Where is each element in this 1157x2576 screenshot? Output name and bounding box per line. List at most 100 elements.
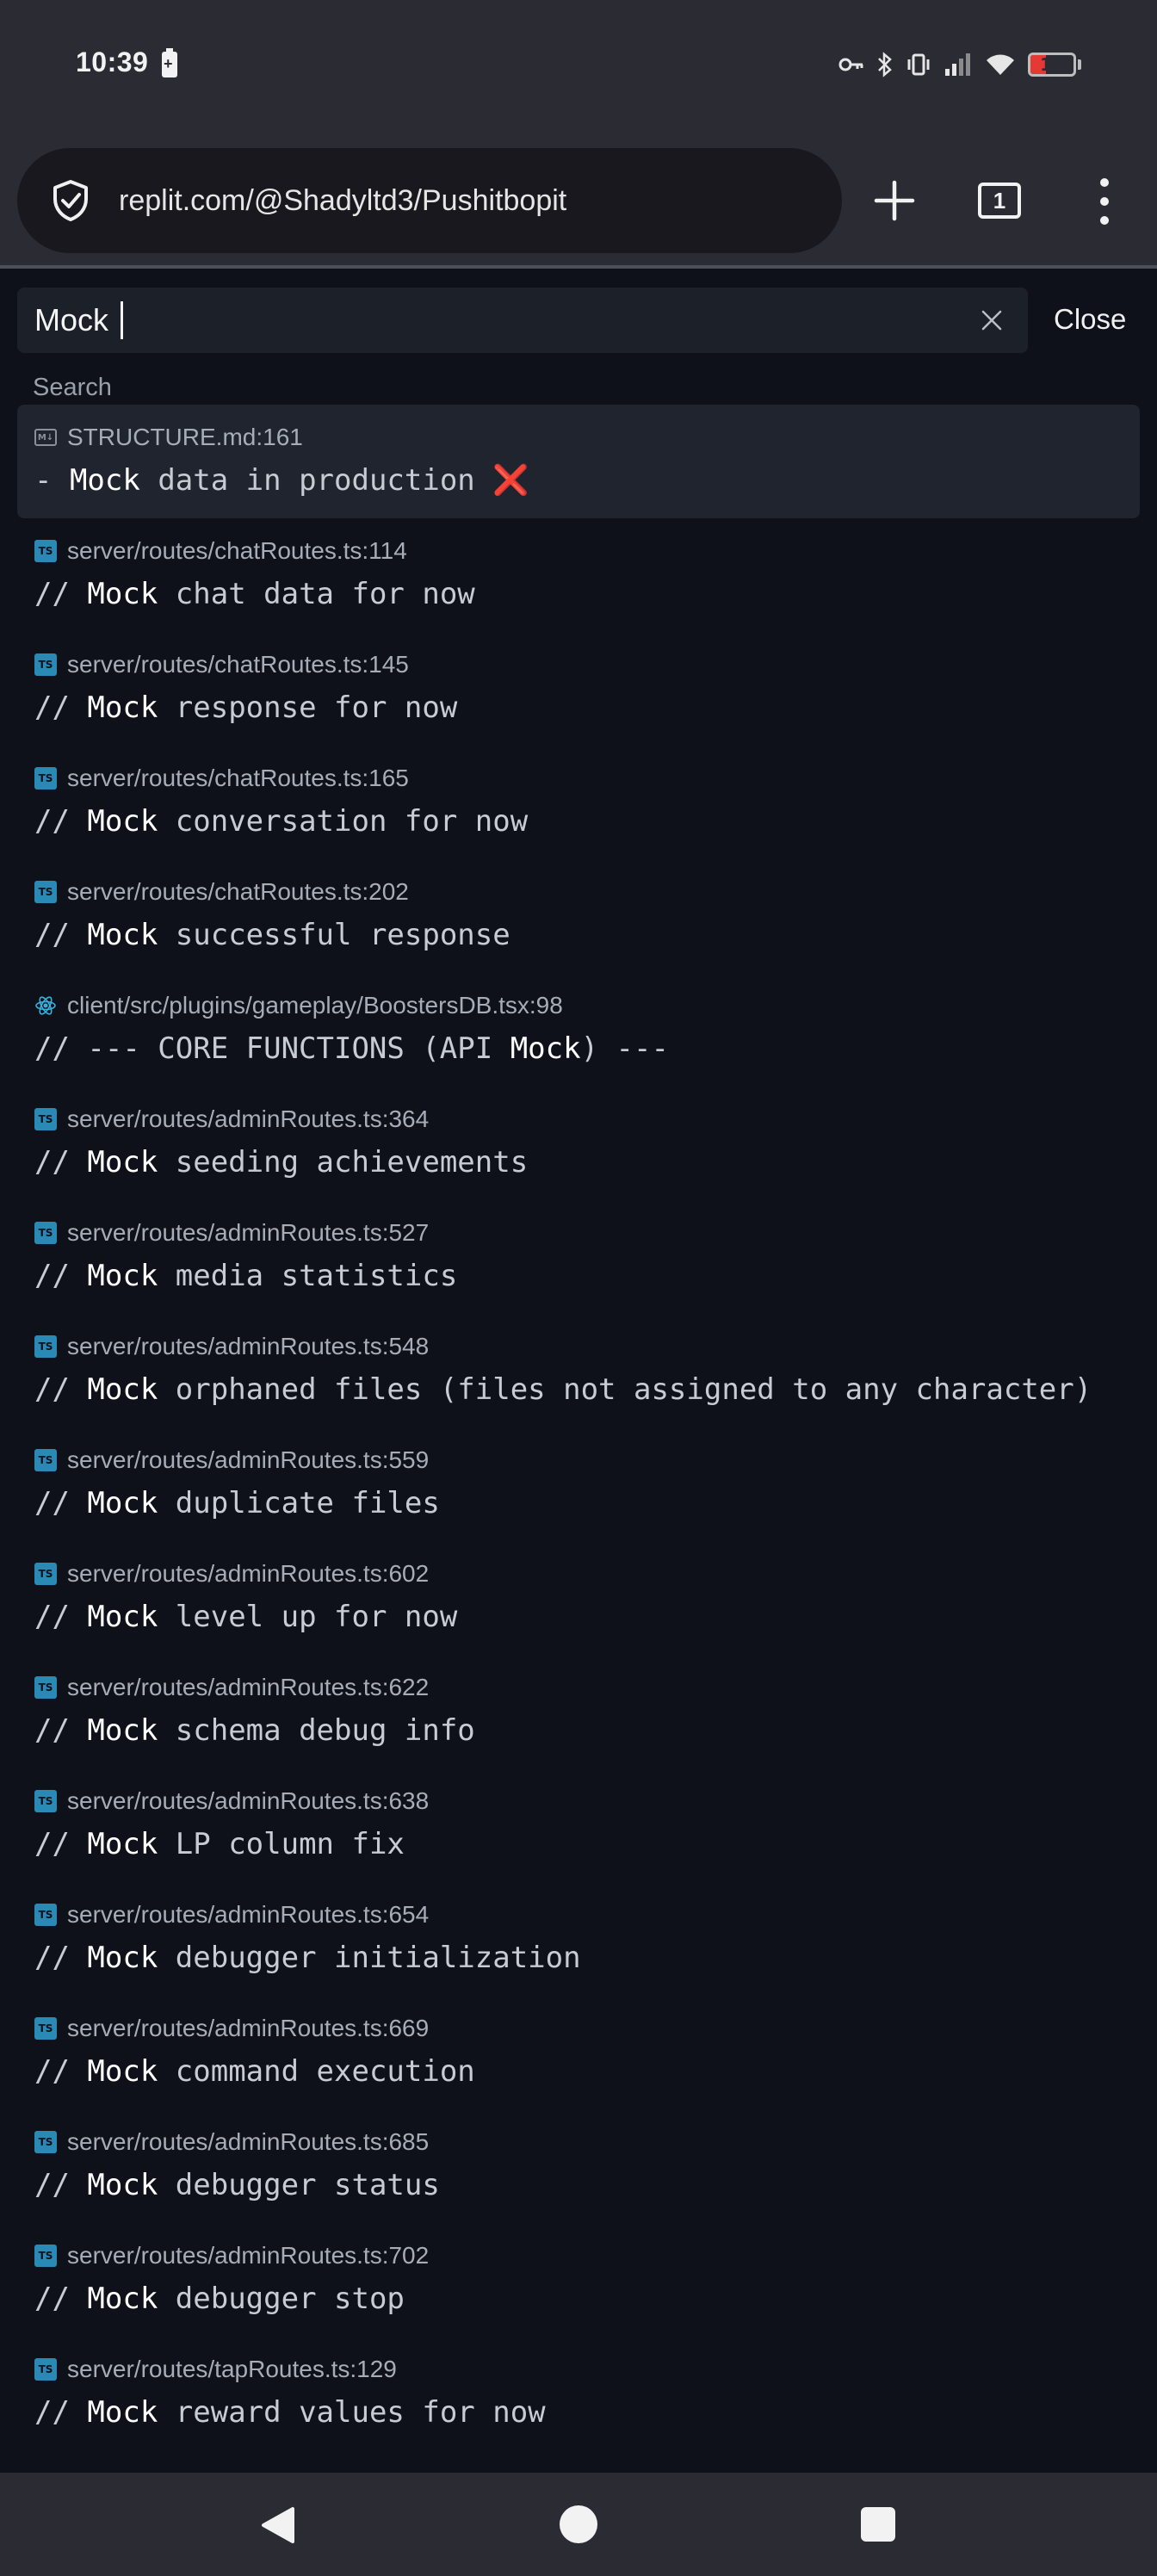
status-icons: 18	[838, 46, 1081, 83]
code-prefix: //	[34, 1372, 88, 1407]
search-result-item[interactable]: TS server/routes/adminRoutes.ts:622 // Moc…	[17, 1655, 1140, 1768]
search-result-item[interactable]: client/src/plugins/gameplay/BoostersDB.t…	[17, 973, 1140, 1087]
search-result-item[interactable]: TS server/routes/adminRoutes.ts:527 // Moc…	[17, 1200, 1140, 1314]
code-rest: duplicate files	[158, 1486, 440, 1520]
code-rest: conversation for now	[158, 804, 529, 839]
code-rest: debugger status	[158, 2168, 440, 2202]
result-file-path: TS server/routes/adminRoutes.ts:702	[34, 2242, 429, 2269]
match-highlight: Mock	[87, 1827, 158, 1861]
vibrate-icon	[907, 53, 930, 76]
cross-mark-icon: ❌	[492, 463, 529, 498]
recents-icon[interactable]	[861, 2507, 895, 2542]
result-path-text: server/routes/adminRoutes.ts:364	[67, 1105, 430, 1132]
result-path-text: server/routes/tapRoutes.ts:129	[67, 2356, 397, 2382]
result-file-path: TS server/routes/adminRoutes.ts:685	[34, 2128, 429, 2156]
shield-check-icon[interactable]	[46, 176, 95, 225]
result-code-line: // Mock duplicate files	[34, 1486, 440, 1520]
typescript-file-icon: TS	[34, 2017, 57, 2040]
typescript-file-icon: TS	[34, 1108, 57, 1130]
result-path-text: server/routes/adminRoutes.ts:702	[67, 2242, 430, 2269]
code-prefix: -	[34, 463, 70, 498]
result-code-line: // Mock debugger stop	[34, 2282, 405, 2316]
match-highlight: Mock	[87, 690, 158, 725]
code-rest: LP column fix	[158, 1827, 405, 1861]
code-rest: orphaned files (files not assigned to an…	[158, 1372, 1092, 1407]
typescript-file-icon: TS	[34, 1790, 57, 1812]
search-result-item[interactable]: TS server/routes/adminRoutes.ts:702 // Moc…	[17, 2223, 1140, 2337]
search-result-item[interactable]: M↓ STRUCTURE.md:161 - Mock data in product…	[17, 405, 1140, 518]
match-highlight: Mock	[87, 2054, 158, 2089]
tab-count: 1	[993, 188, 1006, 214]
search-result-item[interactable]: TS server/routes/adminRoutes.ts:364 // Moc…	[17, 1087, 1140, 1200]
typescript-file-icon: TS	[34, 2245, 57, 2267]
match-highlight: Mock	[69, 463, 140, 498]
result-code-line: // Mock media statistics	[34, 1259, 457, 1293]
result-file-path: TS server/routes/adminRoutes.ts:622	[34, 1674, 429, 1701]
text-caret	[121, 301, 123, 339]
code-prefix: //	[34, 1145, 88, 1180]
result-file-path: TS server/routes/adminRoutes.ts:527	[34, 1219, 429, 1247]
result-file-path: TS server/routes/adminRoutes.ts:559	[34, 1446, 429, 1474]
result-code-line: // --- CORE FUNCTIONS (API Mock) ---	[34, 1031, 669, 1066]
search-result-item[interactable]: TS server/routes/adminRoutes.ts:685 // Moc…	[17, 2109, 1140, 2223]
typescript-file-icon: TS	[34, 1676, 57, 1699]
search-box[interactable]	[17, 288, 1028, 353]
result-file-path: TS server/routes/adminRoutes.ts:669	[34, 2015, 429, 2042]
search-result-item[interactable]: TS server/routes/chatRoutes.ts:202 // Mock…	[17, 859, 1140, 973]
system-nav-bar	[0, 2473, 1157, 2576]
clear-search-icon[interactable]	[974, 303, 1009, 337]
search-result-item[interactable]: TS server/routes/tapRoutes.ts:129 // Mock …	[17, 2337, 1140, 2450]
search-result-item[interactable]: TS server/routes/adminRoutes.ts:559 // Moc…	[17, 1427, 1140, 1541]
typescript-file-icon: TS	[34, 653, 57, 676]
react-file-icon	[34, 994, 57, 1017]
result-file-path: TS server/routes/adminRoutes.ts:364	[34, 1105, 429, 1133]
result-path-text: server/routes/adminRoutes.ts:559	[67, 1446, 430, 1473]
search-result-item[interactable]: TS server/routes/chatRoutes.ts:114 // Mock…	[17, 518, 1140, 632]
result-path-text: server/routes/adminRoutes.ts:548	[67, 1333, 430, 1359]
search-result-item[interactable]: TS server/routes/adminRoutes.ts:602 // Moc…	[17, 1541, 1140, 1655]
match-highlight: Mock	[87, 1600, 158, 1634]
match-highlight: Mock	[87, 2395, 158, 2430]
result-path-text: server/routes/adminRoutes.ts:685	[67, 2128, 430, 2155]
typescript-file-icon: TS	[34, 2358, 57, 2381]
search-result-item[interactable]: TS server/routes/adminRoutes.ts:654 // Moc…	[17, 1882, 1140, 1996]
typescript-file-icon: TS	[34, 1904, 57, 1926]
result-path-text: server/routes/adminRoutes.ts:527	[67, 1219, 430, 1246]
result-path-text: server/routes/chatRoutes.ts:202	[67, 878, 409, 905]
battery-level: 18	[1040, 54, 1064, 75]
result-file-path: TS server/routes/adminRoutes.ts:654	[34, 1901, 429, 1929]
status-bar: 10:39 18	[0, 0, 1157, 138]
result-file-path: TS server/routes/adminRoutes.ts:548	[34, 1333, 429, 1360]
url-text[interactable]: replit.com/@Shadyltd3/Pushitbopit	[119, 184, 566, 218]
result-code-line: // Mock schema debug info	[34, 1713, 475, 1748]
vpn-key-icon	[838, 58, 863, 71]
result-file-path: TS server/routes/chatRoutes.ts:202	[34, 878, 409, 906]
status-time: 10:39	[76, 46, 149, 77]
tab-switcher-button[interactable]: 1	[978, 183, 1021, 219]
result-file-path: TS server/routes/chatRoutes.ts:145	[34, 651, 409, 678]
code-rest: seeding achievements	[158, 1145, 529, 1180]
search-result-item[interactable]: TS server/routes/adminRoutes.ts:548 // Moc…	[17, 1314, 1140, 1427]
match-highlight: Mock	[87, 1713, 158, 1748]
more-menu-icon[interactable]	[1092, 174, 1117, 229]
result-code-line: // Mock debugger status	[34, 2168, 440, 2202]
search-result-item[interactable]: TS server/routes/chatRoutes.ts:165 // Mock…	[17, 746, 1140, 859]
typescript-file-icon: TS	[34, 767, 57, 790]
search-result-item[interactable]: TS server/routes/chatRoutes.ts:145 // Mock…	[17, 632, 1140, 746]
close-search-button[interactable]: Close	[1054, 303, 1126, 336]
result-path-text: server/routes/chatRoutes.ts:145	[67, 651, 409, 678]
url-bar[interactable]: replit.com/@Shadyltd3/Pushitbopit	[17, 148, 842, 253]
search-result-item[interactable]: TS server/routes/adminRoutes.ts:669 // Moc…	[17, 1996, 1140, 2109]
new-tab-icon[interactable]	[868, 174, 921, 227]
back-icon[interactable]	[258, 2505, 296, 2545]
match-highlight: Mock	[510, 1031, 581, 1066]
search-input[interactable]	[17, 288, 974, 353]
code-rest: response for now	[158, 690, 458, 725]
search-result-item[interactable]: TS server/routes/adminRoutes.ts:638 // Moc…	[17, 1768, 1140, 1882]
code-prefix: //	[34, 2168, 88, 2202]
code-rest: chat data for now	[158, 577, 475, 611]
match-highlight: Mock	[87, 2168, 158, 2202]
match-highlight: Mock	[87, 1486, 158, 1520]
home-icon[interactable]	[560, 2505, 597, 2543]
result-code-line: - Mock data in production ❌	[34, 463, 529, 498]
